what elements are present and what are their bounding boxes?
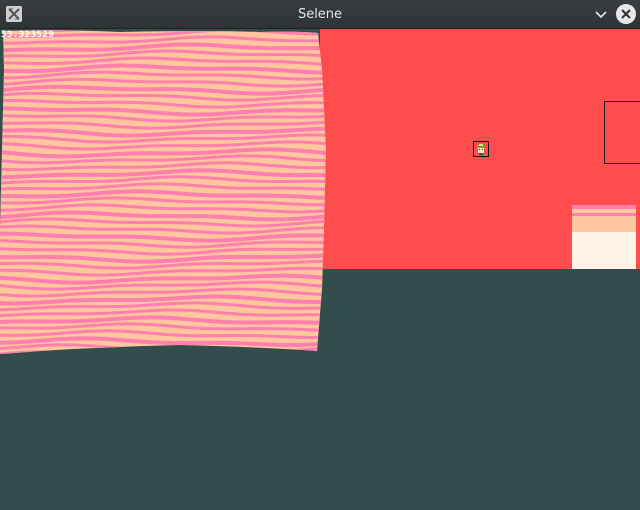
chevron-down-icon [591,5,611,25]
wavy-stripe-background [0,29,330,359]
stripe-band [0,350,326,354]
cake-block [572,205,636,269]
door-outline [604,101,640,164]
close-icon [616,4,636,24]
fps-counter: 53.323529 [1,30,55,40]
player-sprite [473,141,489,157]
collapse-button[interactable] [591,5,611,25]
window-titlebar: Selene [0,0,640,29]
close-button[interactable] [616,4,636,24]
game-viewport[interactable]: 53.323529 [0,29,640,510]
window-title: Selene [297,7,343,22]
